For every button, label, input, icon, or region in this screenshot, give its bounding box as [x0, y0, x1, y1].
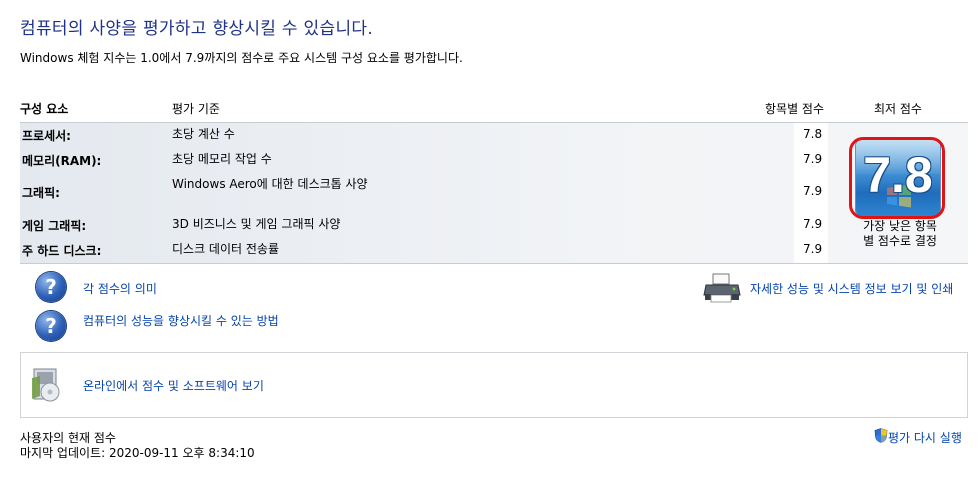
row-component: 주 하드 디스크: [22, 244, 102, 258]
score-meaning-link[interactable]: 각 점수의 의미 [83, 280, 157, 297]
printer-icon[interactable] [703, 273, 741, 303]
help-question-icon[interactable]: ? [36, 272, 66, 302]
uac-shield-icon[interactable] [874, 428, 888, 443]
page-title: 컴퓨터의 사양을 평가하고 향상시킬 수 있습니다. [20, 19, 374, 39]
row-component: 게임 그래픽: [22, 219, 87, 233]
header-basescore: 최저 점수 [874, 102, 922, 116]
page-subtitle: Windows 체험 지수는 1.0에서 7.9까지의 점수로 주요 시스템 구… [20, 51, 463, 65]
row-component: 그래픽: [22, 186, 60, 200]
row-criteria: Windows Aero에 대한 데스크톱 사양 [172, 177, 368, 191]
print-details-link[interactable]: 자세한 성능 및 시스템 정보 보기 및 인쇄 [750, 280, 953, 297]
row-component: 메모리(RAM): [22, 154, 102, 168]
row-criteria: 초당 메모리 작업 수 [172, 152, 272, 166]
row-score: 7.9 [803, 217, 823, 231]
header-subscore: 항목별 점수 [765, 102, 825, 116]
base-score-caption: 가장 낮은 항목 별 점수로 결정 [848, 219, 952, 249]
online-scores-link[interactable]: 온라인에서 점수 및 소프트웨어 보기 [83, 377, 264, 394]
caption-line: 별 점수로 결정 [863, 234, 937, 248]
row-score: 7.9 [803, 242, 823, 256]
rerun-assessment-link[interactable]: 평가 다시 실행 [888, 429, 962, 446]
caption-line: 가장 낮은 항목 [863, 219, 937, 233]
header-criteria: 평가 기준 [172, 102, 220, 116]
row-criteria: 디스크 데이터 전송률 [172, 242, 279, 256]
row-criteria: 3D 비즈니스 및 게임 그래픽 사양 [172, 217, 341, 231]
help-question-icon[interactable]: ? [36, 311, 66, 341]
improve-performance-link[interactable]: 컴퓨터의 성능을 향상시킬 수 있는 방법 [83, 312, 279, 329]
software-box-icon[interactable] [30, 366, 64, 404]
row-score: 7.9 [803, 184, 823, 198]
row-criteria: 초당 계산 수 [172, 127, 235, 141]
header-component: 구성 요소 [20, 102, 69, 116]
row-score: 7.9 [803, 152, 823, 166]
last-update-label: 마지막 업데이트: 2020-09-11 오후 8:34:10 [20, 446, 255, 460]
row-score: 7.8 [803, 127, 823, 141]
highlight-circle [849, 137, 945, 219]
row-component: 프로세서: [22, 129, 71, 143]
